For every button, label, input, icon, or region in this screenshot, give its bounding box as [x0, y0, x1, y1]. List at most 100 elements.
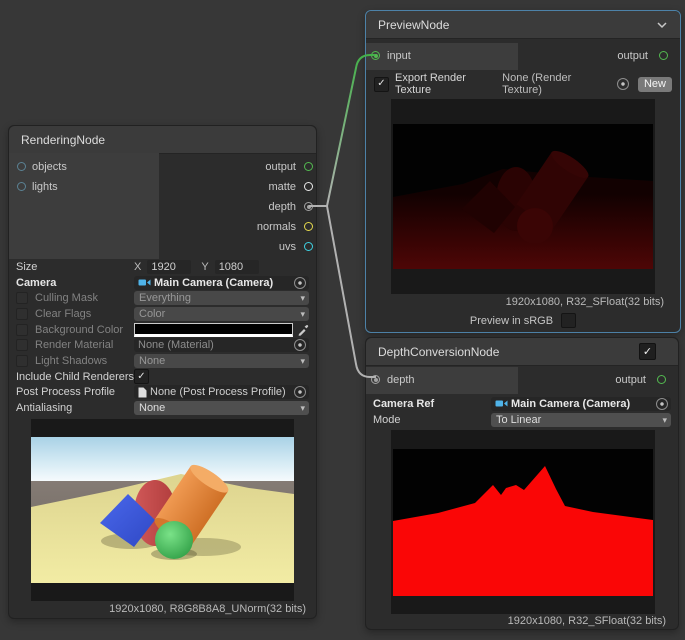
camera-object-field[interactable]: Main Camera (Camera)	[134, 276, 309, 290]
clear-flags-row: Clear Flags Color▾	[9, 306, 316, 322]
linear-depth-preview-svg	[393, 449, 653, 596]
camera-icon	[138, 278, 151, 287]
matte-port[interactable]	[304, 182, 313, 191]
file-icon	[138, 387, 147, 398]
post-process-profile-field[interactable]: None (Post Process Profile)	[134, 385, 309, 399]
culling-mask-checkbox[interactable]	[16, 292, 28, 304]
render-material-checkbox[interactable]	[16, 339, 28, 351]
uvs-port[interactable]	[304, 242, 313, 251]
mode-label: Mode	[373, 414, 491, 426]
size-y-field[interactable]: 1080	[215, 260, 259, 274]
camera-ref-field[interactable]: Main Camera (Camera)	[491, 397, 671, 411]
preview-node-header[interactable]: PreviewNode	[366, 11, 680, 39]
depth-port[interactable]	[304, 202, 313, 211]
preview-srgb-row: Preview in sRGB	[366, 313, 680, 328]
antialiasing-label: Antialiasing	[16, 402, 134, 414]
depth-conversion-node-title: DepthConversionNode	[378, 345, 499, 359]
camera-ref-label: Camera Ref	[373, 398, 491, 410]
export-render-texture-row: ✓ Export Render Texture None (Render Tex…	[366, 73, 680, 95]
preview-node-title: PreviewNode	[378, 18, 449, 32]
node-enabled-checkbox[interactable]: ✓	[639, 343, 656, 360]
background-color-checkbox[interactable]	[16, 324, 28, 336]
clear-flags-label: Clear Flags	[35, 308, 91, 320]
background-color-swatch[interactable]	[134, 323, 293, 337]
rendering-node-header[interactable]: RenderingNode	[9, 126, 316, 154]
camera-value: Main Camera (Camera)	[154, 277, 291, 289]
objects-port-label: objects	[32, 160, 67, 174]
light-shadows-row: Light Shadows None▾	[9, 353, 316, 369]
preview-format-caption: 1920x1080, R32_SFloat(32 bits)	[508, 615, 666, 627]
size-x-axis-label: X	[134, 261, 141, 273]
dropdown-arrow-icon: ▾	[662, 413, 667, 427]
preview-node-ports: input output	[366, 43, 680, 70]
size-row: Size X 1920 Y 1080	[9, 259, 316, 275]
dropdown-arrow-icon: ▾	[300, 401, 305, 415]
depth-port-label: depth	[268, 200, 296, 214]
camera-label: Camera	[16, 277, 134, 289]
culling-mask-label: Culling Mask	[35, 292, 98, 304]
size-y-axis-label: Y	[201, 261, 208, 273]
render-material-row: Render Material None (Material)	[9, 337, 316, 353]
depth-conversion-node-header[interactable]: DepthConversionNode ✓	[366, 338, 678, 366]
clear-flags-dropdown[interactable]: Color▾	[134, 307, 309, 321]
include-child-renderers-checkbox[interactable]: ✓	[134, 369, 149, 384]
preview-format-caption: 1920x1080, R8G8B8A8_UNorm(32 bits)	[109, 603, 306, 615]
eyedropper-icon[interactable]	[297, 324, 309, 336]
light-shadows-checkbox[interactable]	[16, 355, 28, 367]
object-picker-icon[interactable]	[294, 339, 306, 351]
depth-preview-svg	[393, 124, 653, 269]
object-picker-icon[interactable]	[294, 386, 306, 398]
color-preview-svg	[31, 437, 294, 583]
output-port[interactable]	[304, 162, 313, 171]
output-port-label: output	[615, 373, 646, 387]
background-color-label: Background Color	[35, 324, 123, 336]
preview-node[interactable]: PreviewNode input output ✓ Export Render…	[365, 10, 681, 333]
new-button[interactable]: New	[638, 77, 672, 92]
camera-icon	[495, 399, 508, 408]
background-color-row: Background Color	[9, 322, 316, 338]
render-texture-value: None (Render Texture)	[502, 72, 605, 96]
culling-mask-dropdown[interactable]: Everything▾	[134, 291, 309, 305]
object-picker-icon[interactable]	[294, 277, 306, 289]
antialiasing-dropdown[interactable]: None▾	[134, 401, 309, 415]
depth-conversion-properties: Camera Ref Main Camera (Camera) Mode To …	[366, 396, 678, 427]
color-preview-image	[31, 419, 294, 601]
rendering-node-ports: objects lights output matte depth normal…	[9, 153, 316, 259]
chevron-down-icon[interactable]	[656, 21, 668, 29]
mode-dropdown[interactable]: To Linear▾	[491, 413, 671, 427]
light-shadows-dropdown[interactable]: None▾	[134, 354, 309, 368]
culling-mask-row: Culling Mask Everything▾	[9, 290, 316, 306]
lights-port-label: lights	[32, 180, 58, 194]
size-x-field[interactable]: 1920	[147, 260, 191, 274]
depth-preview-image	[391, 99, 655, 294]
preview-srgb-checkbox[interactable]	[561, 313, 576, 328]
mode-row: Mode To Linear▾	[366, 412, 678, 428]
object-picker-icon[interactable]	[617, 78, 629, 90]
depth-conversion-node[interactable]: DepthConversionNode ✓ depth output Camer…	[365, 337, 679, 630]
camera-ref-row: Camera Ref Main Camera (Camera)	[366, 396, 678, 412]
rendering-node-title: RenderingNode	[21, 133, 105, 147]
camera-row: Camera Main Camera (Camera)	[9, 275, 316, 291]
objects-port[interactable]	[17, 162, 26, 171]
lights-port[interactable]	[17, 182, 26, 191]
include-child-renderers-row: Include Child Renderers ✓	[9, 369, 316, 385]
render-material-label: Render Material	[35, 339, 113, 351]
export-render-texture-checkbox[interactable]: ✓	[374, 77, 389, 92]
render-material-field[interactable]: None (Material)	[134, 338, 309, 352]
preview-format-caption: 1920x1080, R32_SFloat(32 bits)	[506, 296, 664, 308]
uvs-port-label: uvs	[279, 240, 296, 254]
depth-input-port[interactable]	[371, 375, 380, 384]
input-port[interactable]	[371, 51, 380, 60]
output-port[interactable]	[659, 51, 668, 60]
object-picker-icon[interactable]	[656, 398, 668, 410]
light-shadows-label: Light Shadows	[35, 355, 107, 367]
output-port[interactable]	[657, 375, 666, 384]
post-process-profile-row: Post Process Profile None (Post Process …	[9, 385, 316, 401]
depth-input-port-label: depth	[387, 373, 415, 387]
rendering-node[interactable]: RenderingNode objects lights output matt…	[8, 125, 317, 619]
render-material-value: None (Material)	[138, 339, 291, 351]
linear-depth-preview-image	[391, 430, 655, 614]
clear-flags-checkbox[interactable]	[16, 308, 28, 320]
normals-port[interactable]	[304, 222, 313, 231]
preview-srgb-label: Preview in sRGB	[470, 315, 553, 327]
